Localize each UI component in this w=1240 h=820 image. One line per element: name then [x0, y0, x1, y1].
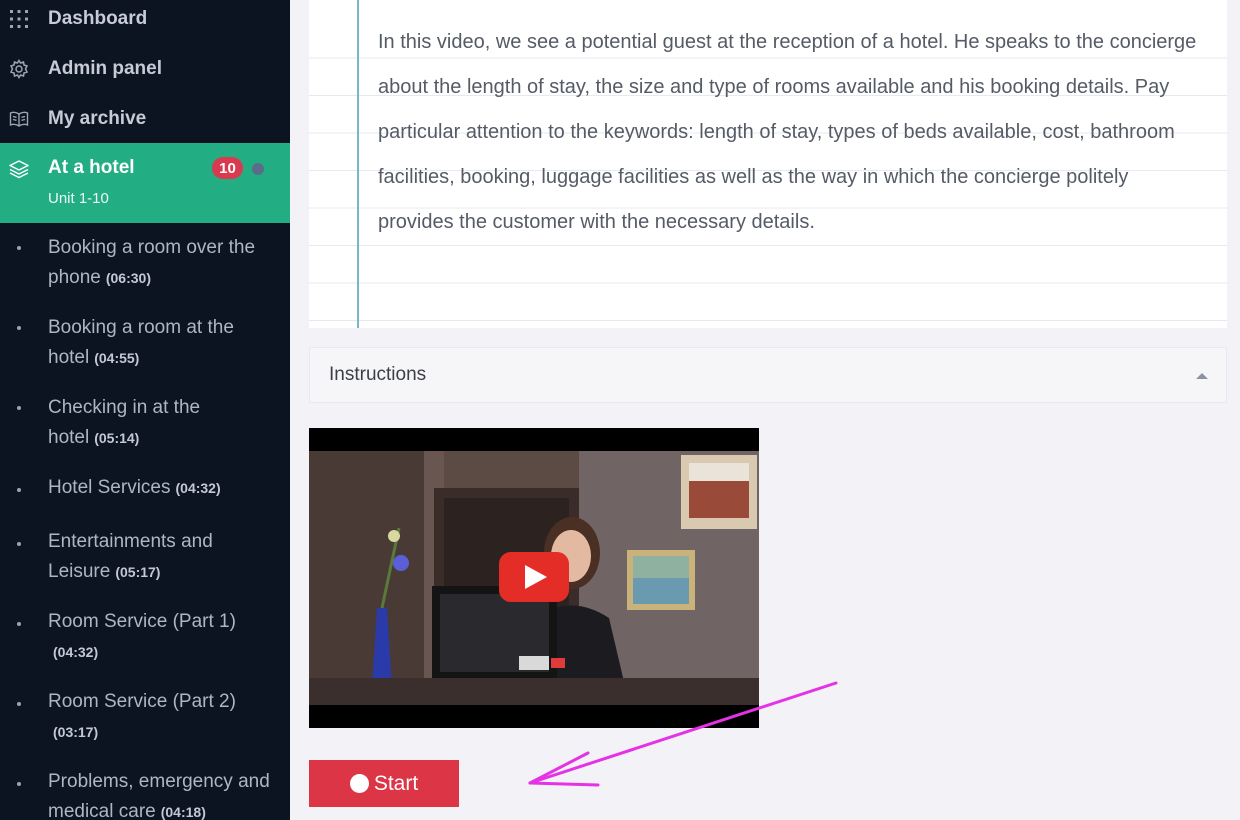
lesson-title: Booking a room at the hotel	[48, 317, 234, 368]
bullet	[17, 542, 21, 546]
nav-dashboard[interactable]: Dashboard	[0, 0, 290, 44]
lesson-title: Problems, emergency and medical care	[48, 771, 270, 820]
lesson-duration: (05:17)	[115, 564, 161, 580]
bullet	[17, 702, 21, 706]
lesson-duration: (04:32)	[175, 480, 221, 496]
lesson-description-panel: In this video, we see a potential guest …	[309, 0, 1227, 328]
bullet	[17, 406, 21, 410]
sidebar: Dashboard Admin panel My archive At a ho…	[0, 0, 290, 820]
annotation-arrow-icon	[528, 681, 838, 787]
lesson-duration: (05:14)	[94, 430, 140, 446]
record-icon	[349, 774, 369, 793]
grid-icon	[9, 9, 29, 29]
nav-label: Dashboard	[48, 8, 148, 29]
lesson-title: Booking a room over the phone	[48, 237, 256, 288]
start-button[interactable]: Start	[309, 760, 459, 807]
caret-up-icon	[1196, 373, 1208, 379]
instructions-accordion[interactable]: Instructions	[309, 347, 1227, 403]
status-dot	[252, 163, 264, 175]
bullet	[17, 326, 21, 330]
active-unit-title: At a hotel	[48, 157, 135, 178]
lesson-duration: (04:18)	[160, 804, 206, 820]
bullet	[17, 622, 21, 626]
instructions-label: Instructions	[329, 364, 427, 385]
bullet	[17, 782, 21, 786]
notification-badge: 10	[212, 157, 243, 179]
lesson-description: In this video, we see a potential guest …	[378, 31, 1197, 233]
nav-label: Admin panel	[48, 58, 163, 79]
bullet	[17, 246, 21, 250]
lesson-duration: (03:17)	[53, 724, 99, 740]
active-unit-subtitle: Unit 1-10	[48, 190, 109, 207]
lesson-duration: (06:30)	[105, 270, 151, 286]
lesson-duration: (04:32)	[53, 644, 99, 660]
start-label: Start	[373, 771, 419, 795]
layers-icon	[9, 159, 29, 179]
lesson-title: Hotel Services	[48, 477, 171, 498]
nav-label: My archive	[48, 108, 147, 129]
bullet	[17, 488, 21, 492]
gear-icon	[9, 59, 29, 79]
book-icon	[9, 109, 29, 129]
lesson-title: Room Service (Part 1)	[48, 611, 236, 632]
nav-my-archive[interactable]: My archive	[0, 94, 290, 144]
nav-admin-panel[interactable]: Admin panel	[0, 44, 290, 94]
lesson-title: Room Service (Part 2)	[48, 691, 236, 712]
nav-at-a-hotel[interactable]: At a hotel 10 Unit 1-10	[0, 143, 290, 223]
notebook-margin-line	[357, 0, 359, 328]
lesson-duration: (04:55)	[94, 350, 140, 366]
